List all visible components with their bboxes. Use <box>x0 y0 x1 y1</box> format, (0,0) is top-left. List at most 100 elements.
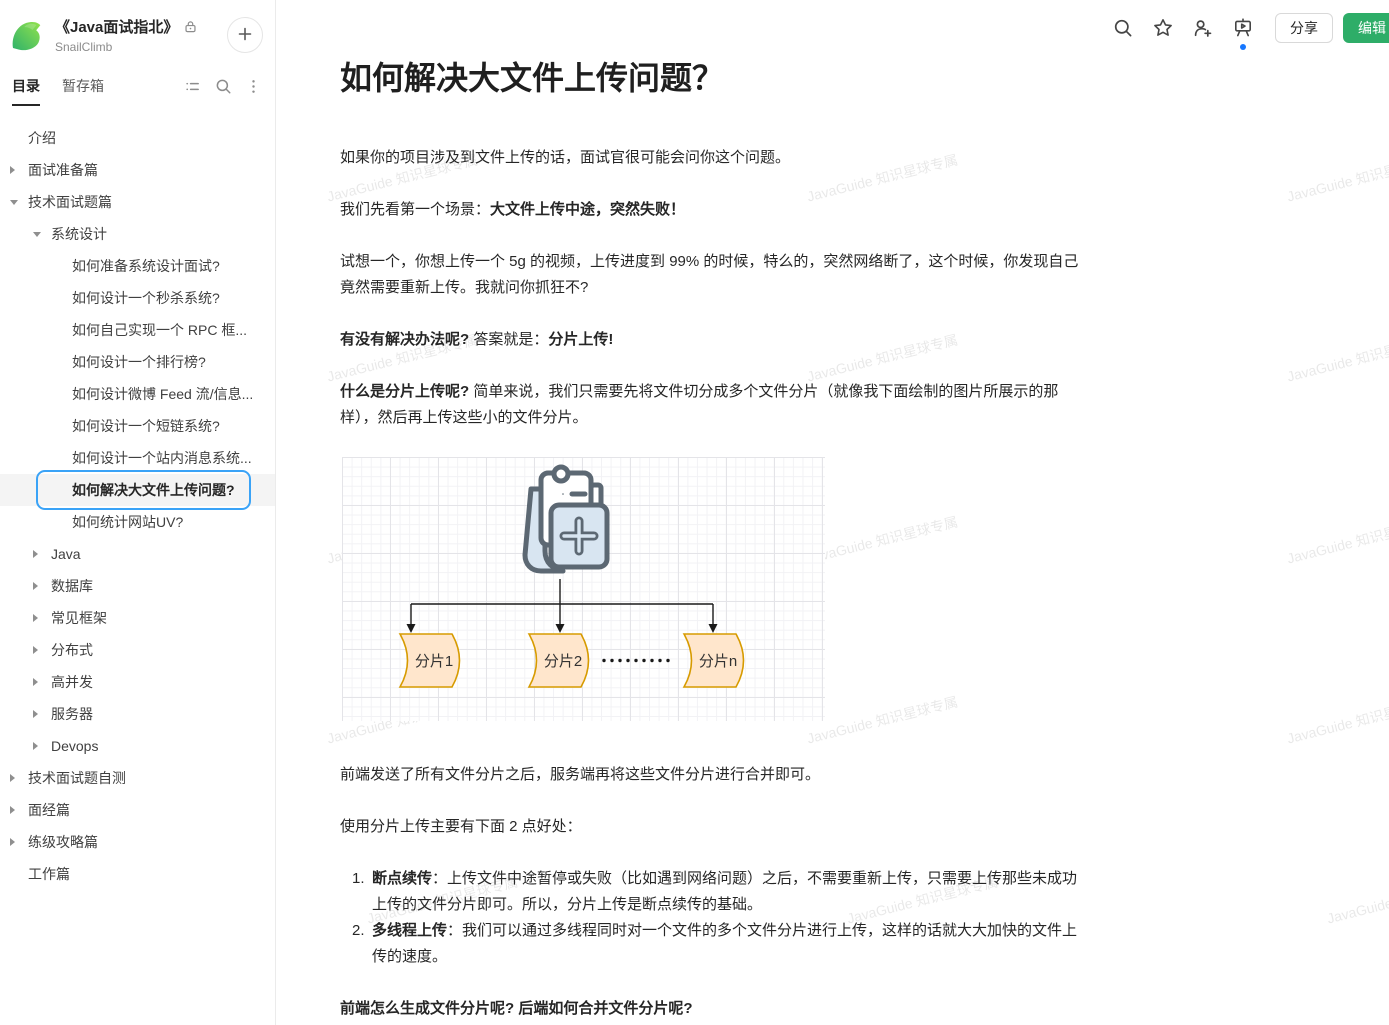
sidebar-item-label: 练级攻略篇 <box>28 832 98 852</box>
list-item: 1.断点续传：上传文件中途暂停或失败（比如遇到网络问题）之后，不需要重新上传，只… <box>340 866 1085 918</box>
article: 如何解决大文件上传问题？ 如果你的项目涉及到文件上传的话，面试官很可能会问你这个… <box>277 0 1085 1022</box>
chevron-right-icon[interactable] <box>33 710 38 718</box>
watermark: JavaGuide 知识星球专属 <box>1285 150 1389 207</box>
add-doc-button[interactable] <box>227 17 263 53</box>
kebab-menu-icon[interactable] <box>246 78 261 95</box>
app: 《Java面试指北》 SnailClimb <box>0 0 1389 1025</box>
chunk-label: 分片1 <box>415 653 453 670</box>
paragraph: 试想一个，你想上传一个 5g 的视频，上传进度到 99% 的时候，特么的，突然网… <box>340 249 1085 301</box>
notification-dot <box>1240 44 1246 50</box>
chevron-right-icon[interactable] <box>10 166 15 174</box>
sidebar-items: 介绍面试准备篇技术面试题篇系统设计如何准备系统设计面试?如何设计一个秒杀系统? 如… <box>0 122 275 890</box>
sidebar-item[interactable]: 工作篇 <box>0 858 275 890</box>
sidebar-item-label: 技术面试题自测 <box>28 768 126 788</box>
sidebar-item[interactable]: 如何自己实现一个 RPC 框... <box>0 314 275 346</box>
sidebar-item[interactable]: 高并发 <box>0 666 275 698</box>
outline-list-icon[interactable] <box>184 78 201 95</box>
book-owner: SnailClimb <box>55 40 227 54</box>
chevron-right-icon[interactable] <box>33 550 38 558</box>
sidebar-item[interactable]: 如何设计一个排行榜? <box>0 346 275 378</box>
sidebar-item[interactable]: 服务器 <box>0 698 275 730</box>
search-icon[interactable] <box>1107 13 1139 43</box>
sidebar-item-label: 高并发 <box>51 672 93 692</box>
bold-text: 有没有解决办法呢? <box>340 331 469 348</box>
yuque-bird-logo <box>8 18 44 54</box>
sidebar-item[interactable]: 面经篇 <box>0 794 275 826</box>
sidebar-item-label: 如何自己实现一个 RPC 框... <box>72 320 247 340</box>
sidebar-item-label: 面试准备篇 <box>28 160 98 180</box>
sidebar-item-label: 服务器 <box>51 704 93 724</box>
sidebar-item[interactable]: 技术面试题自测 <box>0 762 275 794</box>
invite-user-icon[interactable] <box>1187 13 1219 43</box>
watermark: JavaGuide 知识星球专属 <box>1285 330 1389 387</box>
sidebar-item[interactable]: 数据库 <box>0 570 275 602</box>
text: 前端发送了所有文件分片之后，服务端再将这些文件分片进行合并即可。 <box>340 766 820 783</box>
chevron-right-icon[interactable] <box>33 582 38 590</box>
sidebar-item[interactable]: 如何设计微博 Feed 流/信息... <box>0 378 275 410</box>
sidebar-item-label: Devops <box>51 738 98 754</box>
sidebar-item[interactable]: 面试准备篇 <box>0 154 275 186</box>
sidebar-item[interactable]: 系统设计 <box>0 218 275 250</box>
text: 答案就是： <box>469 331 548 348</box>
bold-text: 大文件上传中途，突然失败！ <box>490 201 685 218</box>
paragraph: 如果你的项目涉及到文件上传的话，面试官很可能会问你这个问题。 <box>340 145 1085 171</box>
chevron-right-icon[interactable] <box>10 774 15 782</box>
sidebar-item-label: 常见框架 <box>51 608 107 628</box>
sidebar-item-label: 如何统计网站UV? <box>72 512 183 532</box>
sidebar-item[interactable]: 介绍 <box>0 122 275 154</box>
main-area: JavaGuide 知识星球专属JavaGuide 知识星球专属JavaGuid… <box>277 0 1389 1025</box>
list-item-number: 2. <box>352 918 365 944</box>
plus-icon <box>237 26 253 45</box>
bold-text: 多线程上传 <box>372 922 447 939</box>
file-copy-icon <box>525 467 607 571</box>
sidebar-item[interactable]: 如何设计一个短链系统? <box>0 410 275 442</box>
text: 我们先看第一个场景： <box>340 201 490 218</box>
chevron-right-icon[interactable] <box>33 678 38 686</box>
chevron-down-icon[interactable] <box>10 200 18 205</box>
chunk-label: 分片n <box>699 653 737 670</box>
list-item-number: 1. <box>352 866 365 892</box>
edit-button[interactable]: 编辑 <box>1343 13 1389 43</box>
book-title[interactable]: 《Java面试指北》 <box>55 16 178 37</box>
sidebar-item[interactable]: 如何设计一个秒杀系统? <box>0 282 275 314</box>
ordered-list: 1.断点续传：上传文件中途暂停或失败（比如遇到网络问题）之后，不需要重新上传，只… <box>340 866 1085 970</box>
bold-text: 前端怎么生成文件分片呢? 后端如何合并文件分片呢? <box>340 1000 693 1017</box>
page-title: 如何解决大文件上传问题？ <box>340 56 1085 100</box>
present-mode-icon[interactable] <box>1227 13 1259 43</box>
paragraph: 前端发送了所有文件分片之后，服务端再将这些文件分片进行合并即可。 <box>340 762 1085 788</box>
sidebar-item[interactable]: 如何统计网站UV? <box>0 506 275 538</box>
text: ：我们可以通过多线程同时对一个文件的多个文件分片进行上传，这样的话就大大加快的文… <box>372 922 1077 965</box>
chevron-right-icon[interactable] <box>33 646 38 654</box>
bold-text: 什么是分片上传呢? <box>340 383 469 400</box>
search-icon[interactable] <box>215 78 232 95</box>
sidebar-item[interactable]: 如何准备系统设计面试? <box>0 250 275 282</box>
chevron-right-icon[interactable] <box>10 838 15 846</box>
sidebar-item-label: 分布式 <box>51 640 93 660</box>
article-body: 如果你的项目涉及到文件上传的话，面试官很可能会问你这个问题。我们先看第一个场景：… <box>340 145 1085 1022</box>
text: 试想一个，你想上传一个 5g 的视频，上传进度到 99% 的时候，特么的，突然网… <box>340 253 1078 296</box>
chevron-right-icon[interactable] <box>10 806 15 814</box>
sidebar-item[interactable]: 练级攻略篇 <box>0 826 275 858</box>
sidebar-item-label: 介绍 <box>28 128 56 148</box>
sidebar-item-label: 系统设计 <box>51 224 107 244</box>
sidebar-tab-1[interactable]: 暂存箱 <box>62 66 104 106</box>
sidebar-item[interactable]: Devops <box>0 730 275 762</box>
sidebar: 《Java面试指北》 SnailClimb <box>0 0 276 1025</box>
sidebar-item-label: 如何设计一个站内消息系统... <box>72 448 252 468</box>
sidebar-item[interactable]: 常见框架 <box>0 602 275 634</box>
sidebar-tab-0[interactable]: 目录 <box>12 66 40 106</box>
sidebar-item-selected[interactable]: 如何解决大文件上传问题? <box>0 474 275 506</box>
paragraph: 使用分片上传主要有下面 2 点好处： <box>340 814 1085 840</box>
chevron-down-icon[interactable] <box>33 232 41 237</box>
sidebar-item[interactable]: 分布式 <box>0 634 275 666</box>
sidebar-item[interactable]: 技术面试题篇 <box>0 186 275 218</box>
list-item: 2. 多线程上传：我们可以通过多线程同时对一个文件的多个文件分片进行上传，这样的话… <box>340 918 1085 970</box>
star-icon[interactable] <box>1147 13 1179 43</box>
share-button[interactable]: 分享 <box>1275 13 1333 43</box>
sidebar-tabs: 目录暂存箱 <box>0 66 275 106</box>
sidebar-item-label: 如何解决大文件上传问题? <box>72 480 235 500</box>
chevron-right-icon[interactable] <box>33 742 38 750</box>
chevron-right-icon[interactable] <box>33 614 38 622</box>
sidebar-item[interactable]: 如何设计一个站内消息系统... <box>0 442 275 474</box>
sidebar-item[interactable]: Java <box>0 538 275 570</box>
